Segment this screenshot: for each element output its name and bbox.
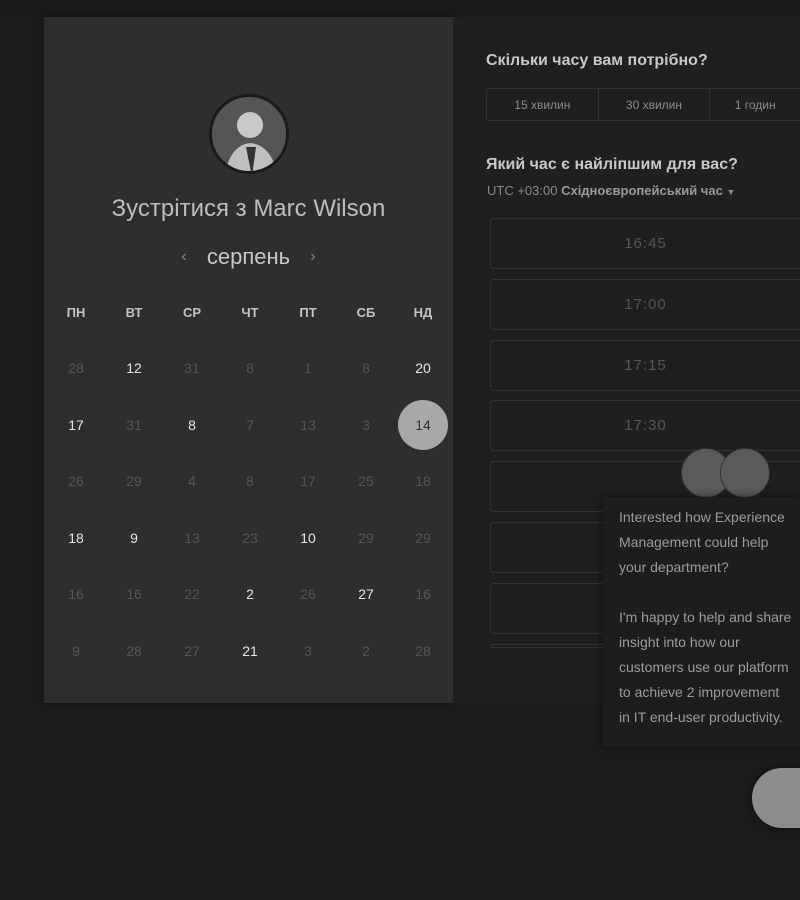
day-cell: 3: [304, 642, 312, 659]
day-cell: 28: [415, 642, 431, 659]
weekday-header: СР: [182, 304, 202, 320]
day-cell: 4: [188, 473, 196, 489]
day-cell: 16: [68, 586, 84, 602]
month-nav: ‹ серпень ›: [44, 243, 453, 270]
day-cell[interactable]: 10: [283, 513, 333, 563]
day-cell: 16: [126, 586, 142, 602]
caret-down-icon: ▼: [726, 187, 736, 197]
tz-offset: UTC +03:00: [487, 183, 558, 198]
duration-option-30[interactable]: 30 хвилин: [599, 89, 711, 120]
day-selected[interactable]: 14: [398, 399, 448, 450]
weekday-header: ЧТ: [241, 304, 259, 320]
agent-avatar-2: [720, 448, 770, 498]
month-label: серпень: [206, 244, 291, 270]
weekday-header: ПТ: [299, 304, 317, 320]
day-cell: 16: [415, 586, 431, 602]
calendar-panel: Зустрітися з Marc Wilson ‹ серпень › ПН В…: [44, 17, 453, 703]
weekday-header: ПН: [66, 304, 86, 320]
day-cell: 13: [300, 416, 316, 433]
day-cell[interactable]: 27: [341, 569, 391, 619]
day-cell: 2: [362, 642, 370, 659]
day-cell: 23: [242, 529, 258, 546]
popup-message-1: Interested how Experience Management cou…: [619, 509, 785, 575]
day-cell: 31: [184, 360, 200, 376]
day-cell: 31: [126, 416, 142, 433]
duration-selector: 15 хвилин 30 хвилин 1 годин: [486, 88, 800, 121]
day-cell: 9: [72, 642, 80, 659]
day-cell[interactable]: 9: [109, 513, 159, 563]
day-cell: 27: [184, 642, 200, 659]
day-cell[interactable]: 2: [225, 569, 275, 619]
time-slot[interactable]: 17:30: [490, 400, 800, 452]
day-cell: 22: [184, 586, 200, 602]
title-prefix: Зустрітися з: [111, 195, 254, 222]
weekday-header: НД: [413, 304, 433, 320]
day-cell: 17: [300, 473, 316, 489]
day-cell: 29: [358, 529, 374, 546]
day-cell: 25: [358, 473, 374, 489]
page-title: Зустрітися з Marc Wilson: [44, 195, 453, 223]
duration-question: Скільки часу вам потрібно?: [486, 52, 708, 69]
day-cell[interactable]: 17: [51, 400, 101, 450]
day-cell: 3: [362, 416, 370, 433]
chat-popup[interactable]: Interested how Experience Management cou…: [603, 497, 800, 747]
day-cell: 1: [304, 360, 312, 376]
day-cell[interactable]: 20: [398, 343, 448, 393]
day-cell: 8: [246, 360, 254, 376]
host-avatar: [209, 94, 289, 174]
day-cell: 29: [415, 529, 431, 546]
day-cell: 26: [300, 586, 316, 602]
weekday-header: ВТ: [125, 304, 143, 320]
duration-option-15[interactable]: 15 хвилин: [487, 89, 599, 120]
day-cell: 7: [246, 416, 254, 433]
weekday-header: СБ: [356, 304, 376, 320]
time-question: Який час є найліпшим для вас?: [486, 156, 738, 173]
host-name: Marc Wilson: [253, 195, 386, 222]
day-cell: 8: [362, 360, 370, 376]
day-cell: 28: [68, 360, 84, 376]
chevron-right-icon[interactable]: ›: [310, 248, 315, 266]
time-slot[interactable]: 17:15: [490, 339, 800, 391]
day-cell[interactable]: 21: [225, 626, 275, 676]
day-cell: 29: [126, 473, 142, 489]
day-cell: 18: [415, 473, 431, 489]
timezone-select[interactable]: UTC +03:00 Східноєвропейський час ▼: [487, 183, 735, 198]
duration-option-60[interactable]: 1 годин: [710, 89, 800, 120]
time-slot[interactable]: 17:00: [490, 278, 800, 330]
time-slot[interactable]: 16:45: [490, 218, 800, 269]
top-bar: [0, 0, 800, 17]
chevron-left-icon[interactable]: ‹: [181, 248, 186, 266]
day-cell[interactable]: 18: [51, 513, 101, 563]
day-cell[interactable]: 12: [109, 343, 159, 393]
chat-launcher-button[interactable]: [752, 768, 800, 828]
popup-message-2: I'm happy to help and share insight into…: [619, 609, 792, 725]
day-cell: 8: [246, 473, 254, 489]
day-cell[interactable]: 8: [167, 400, 217, 450]
day-cell: 13: [184, 529, 200, 546]
tz-name: Східноєвропейський час: [561, 183, 723, 198]
day-cell: 28: [126, 642, 142, 659]
day-cell: 26: [68, 473, 84, 489]
